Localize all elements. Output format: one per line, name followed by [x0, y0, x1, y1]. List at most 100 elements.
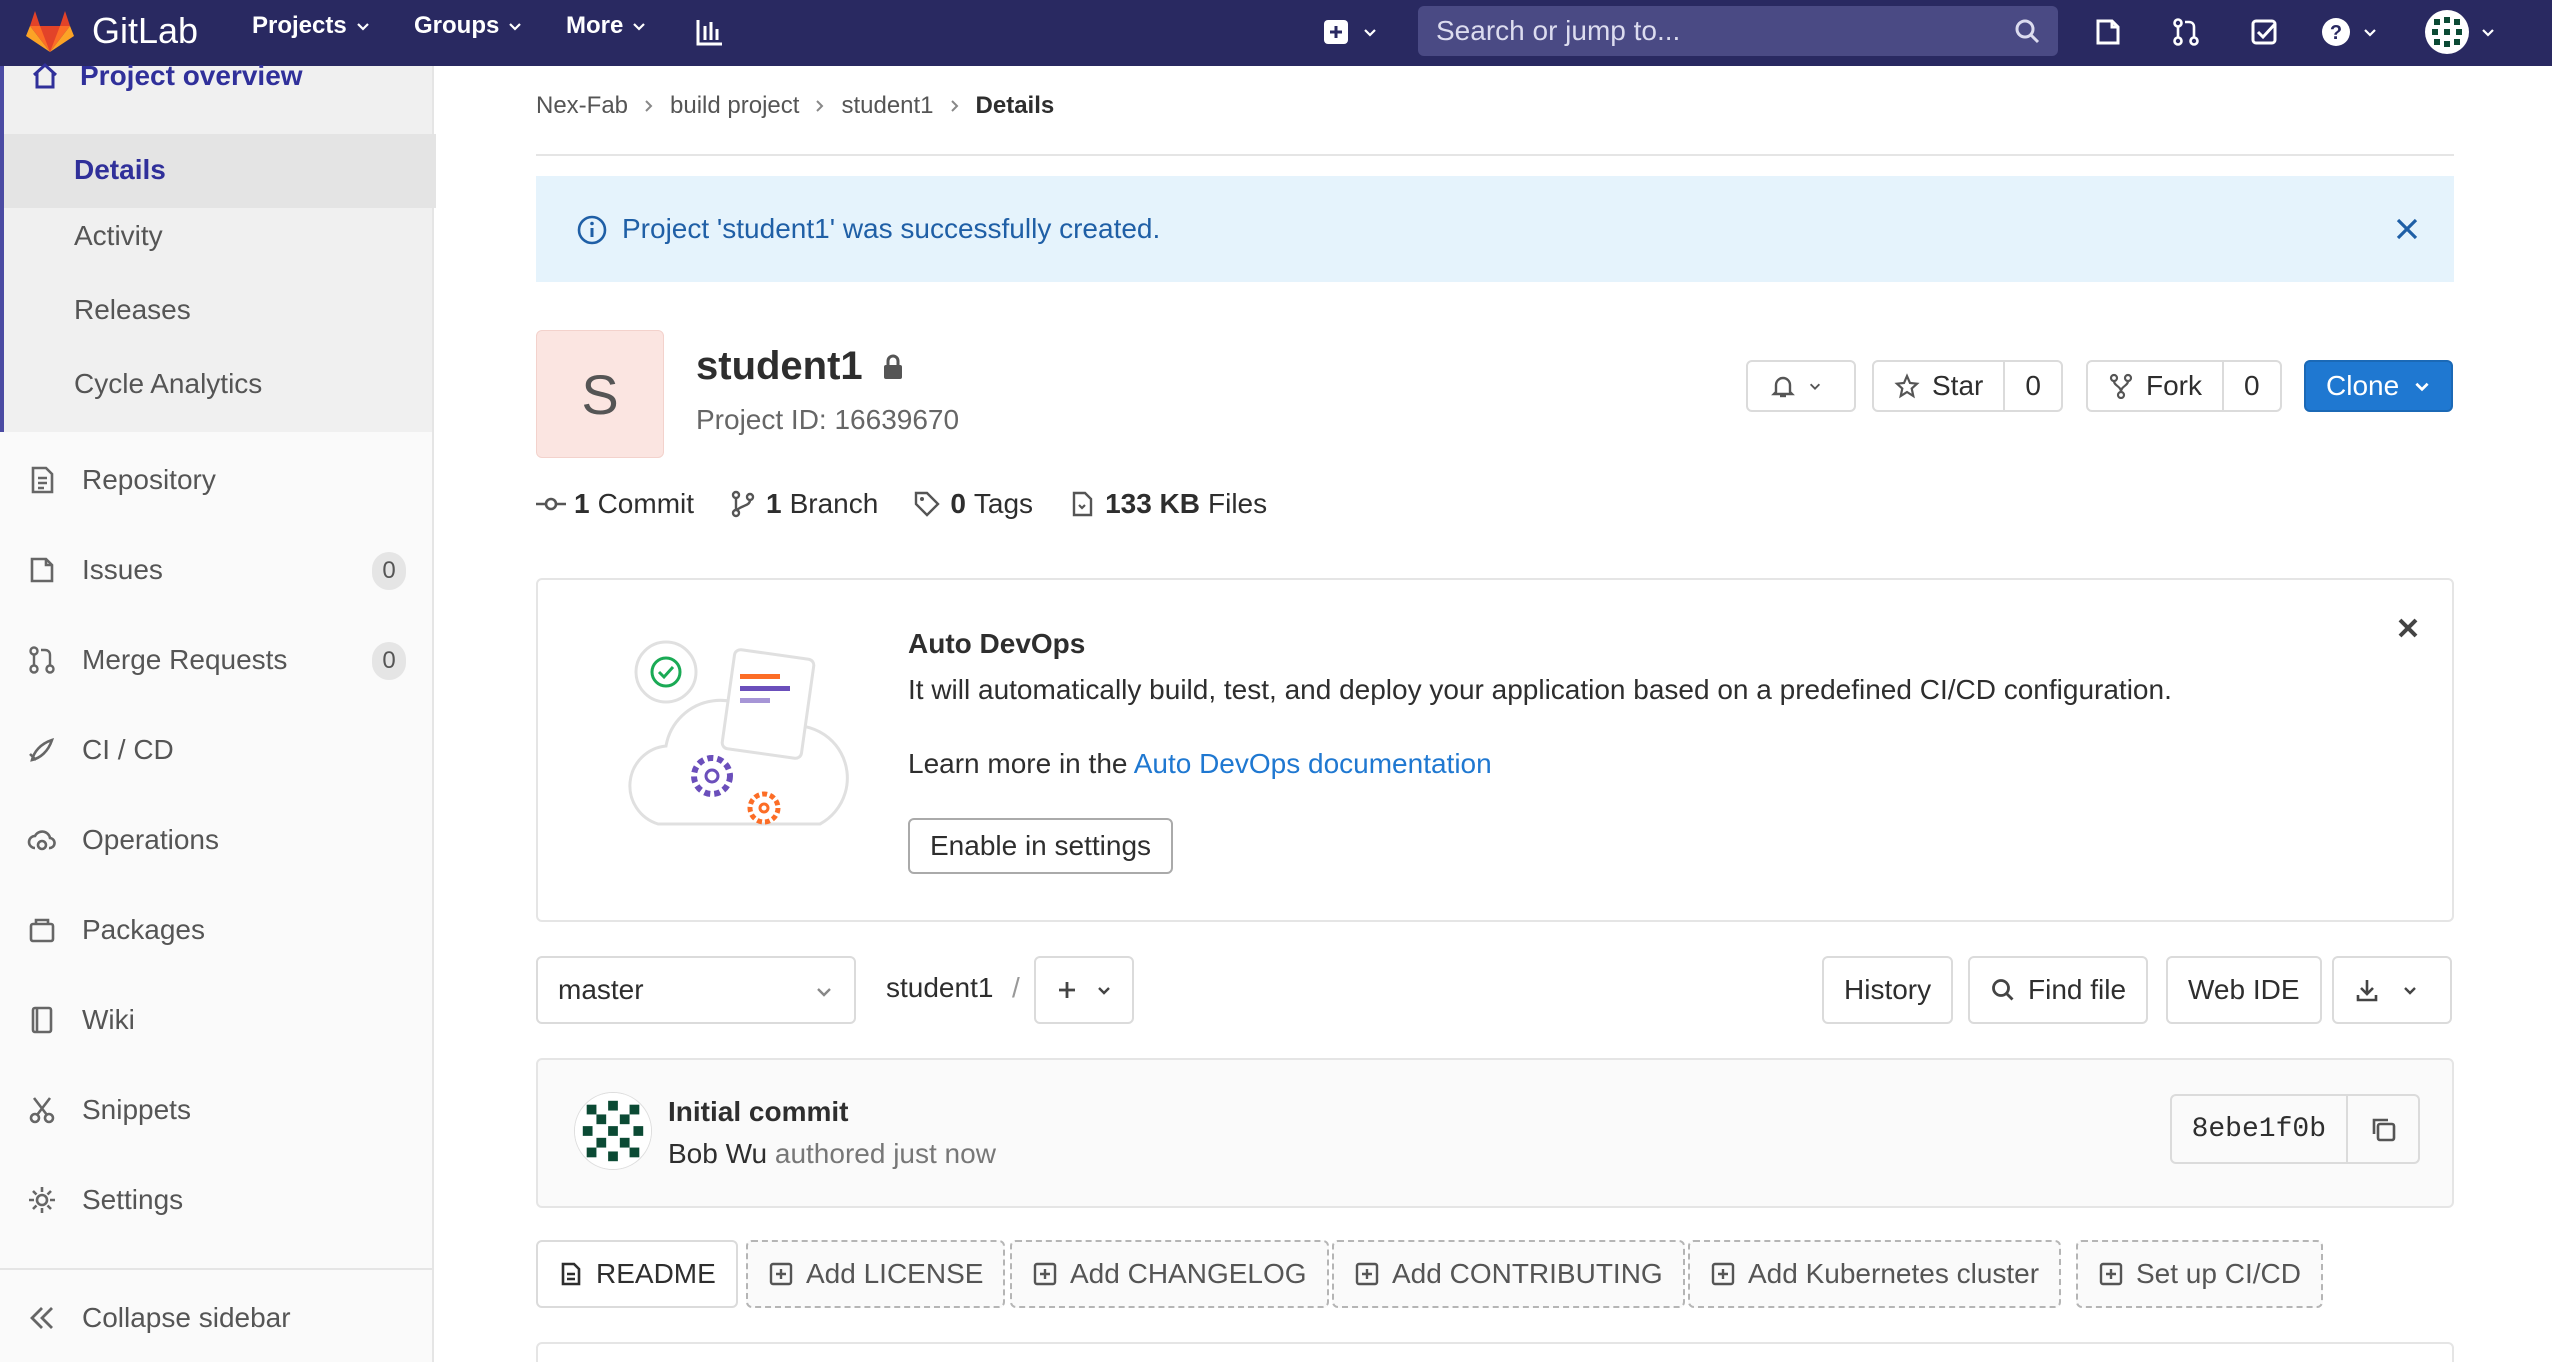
new-item-dropdown[interactable]: [1320, 12, 1378, 52]
add-license-link[interactable]: Add LICENSE: [746, 1240, 1006, 1308]
breadcrumb-item[interactable]: Nex-Fab: [536, 92, 628, 120]
todos-nav-button[interactable]: [2248, 12, 2280, 52]
sidebar-item-snippets[interactable]: Snippets: [26, 1090, 406, 1130]
sidebar-subitem-cycle-analytics[interactable]: Cycle Analytics: [74, 368, 262, 400]
chevron-down-icon: [1364, 29, 1376, 37]
close-icon[interactable]: [2394, 216, 2420, 242]
sidebar-item-settings[interactable]: Settings: [26, 1180, 406, 1220]
copy-sha-button[interactable]: [2346, 1096, 2418, 1162]
readme-link[interactable]: README: [536, 1240, 738, 1308]
add-changelog-link[interactable]: Add CHANGELOG: [1010, 1240, 1329, 1308]
sidebar-item-repository[interactable]: Repository: [26, 460, 406, 500]
commit-author[interactable]: Bob Wu: [668, 1138, 767, 1169]
set-up-ci-cd-link[interactable]: Set up CI/CD: [2076, 1240, 2323, 1308]
sidebar-subitem-details[interactable]: Details: [4, 134, 436, 208]
star-label: Star: [1932, 370, 1984, 401]
chevron-down-icon: [633, 23, 646, 31]
commit-title[interactable]: Initial commit: [668, 1096, 848, 1128]
nav-projects-menu[interactable]: Projects: [252, 12, 371, 40]
commit-sha-group: 8ebe1f0b: [2169, 1094, 2420, 1164]
issues-nav-button[interactable]: [2092, 12, 2124, 52]
brand-name[interactable]: GitLab: [92, 10, 198, 52]
add-changelog-label: Add CHANGELOG: [1070, 1258, 1307, 1289]
sidebar-item-label: Project overview: [80, 60, 303, 91]
issues-count-badge: 0: [372, 552, 406, 590]
tags-stat[interactable]: 0 Tags: [912, 488, 1033, 520]
breadcrumb-item[interactable]: build project: [670, 92, 799, 120]
fork-count[interactable]: 0: [2222, 362, 2280, 410]
repository-path[interactable]: student1: [886, 972, 993, 1004]
sidebar-item-label: Wiki: [82, 1004, 135, 1035]
rocket-icon: [29, 737, 55, 762]
svg-text:?: ?: [2330, 22, 2342, 44]
collapse-sidebar-label: Collapse sidebar: [82, 1302, 291, 1333]
search-input[interactable]: [1436, 15, 1996, 47]
sidebar-item-issues[interactable]: Issues 0: [26, 550, 406, 590]
analytics-button[interactable]: [694, 12, 726, 52]
add-to-tree-dropdown[interactable]: [1034, 956, 1134, 1024]
sidebar-subitem-activity[interactable]: Activity: [74, 220, 163, 252]
help-dropdown[interactable]: ?: [2320, 12, 2378, 52]
find-file-button[interactable]: Find file: [1968, 956, 2149, 1024]
bell-icon: [1771, 376, 1795, 398]
fork-button[interactable]: Fork: [2088, 362, 2222, 410]
history-button[interactable]: History: [1822, 956, 1954, 1024]
flash-notice: Project 'student1' was successfully crea…: [536, 176, 2454, 282]
sidebar-item-ci-cd[interactable]: CI / CD: [26, 730, 406, 770]
path-separator: /: [1012, 972, 1020, 1003]
add-kubernetes-cluster-link[interactable]: Add Kubernetes cluster: [1688, 1240, 2062, 1308]
double-chevron-left-icon: [30, 1307, 53, 1329]
issues-icon: [2096, 19, 2120, 45]
download-dropdown[interactable]: [2332, 956, 2452, 1024]
readme-label: README: [596, 1258, 716, 1289]
sidebar-item-wiki[interactable]: Wiki: [26, 1000, 406, 1040]
sidebar-item-operations[interactable]: Operations: [26, 820, 406, 860]
plus-square-icon: [1324, 20, 1348, 44]
nav-groups-label: Groups: [414, 12, 500, 39]
user-menu-dropdown[interactable]: [2424, 10, 2496, 54]
sidebar-item-packages[interactable]: Packages: [26, 910, 406, 950]
add-contributing-label: Add CONTRIBUTING: [1392, 1258, 1663, 1289]
commit-sha[interactable]: 8ebe1f0b: [2172, 1114, 2346, 1145]
commits-stat[interactable]: 1 Commit: [536, 488, 694, 520]
devops-docs-link[interactable]: Auto DevOps documentation: [1134, 748, 1492, 779]
commit-author-avatar[interactable]: [574, 1092, 652, 1170]
search-box[interactable]: [1418, 6, 2058, 56]
notification-dropdown[interactable]: [1746, 360, 1856, 412]
checkbox-icon: [2251, 19, 2277, 45]
branches-stat[interactable]: 1 Branch: [728, 488, 878, 520]
sidebar-item-project-overview[interactable]: Project overview: [30, 60, 303, 91]
sidebar-subitem-releases[interactable]: Releases: [74, 294, 191, 326]
sidebar-item-merge-requests[interactable]: Merge Requests 0: [26, 640, 406, 680]
gitlab-logo-icon[interactable]: [24, 6, 76, 58]
nav-groups-menu[interactable]: Groups: [414, 12, 523, 40]
download-icon: [2356, 980, 2378, 1002]
merge-requests-nav-button[interactable]: [2170, 12, 2202, 52]
tags-label: Tags: [973, 488, 1034, 519]
files-stat[interactable]: 133 KB Files: [1067, 488, 1267, 520]
enable-in-settings-button[interactable]: Enable in settings: [908, 818, 1174, 874]
star-count-value: 0: [2025, 370, 2041, 401]
breadcrumb-item[interactable]: student1: [841, 92, 933, 120]
merge-request-icon: [2173, 18, 2199, 46]
chevron-down-icon: [1098, 987, 1110, 995]
chevron-down-icon: [1809, 383, 1821, 390]
fork-label: Fork: [2146, 370, 2202, 401]
devops-illustration: [628, 640, 849, 826]
commit-author-line: Bob Wu authored just now: [668, 1138, 996, 1170]
search-icon: [1992, 979, 2014, 1001]
clone-dropdown-button[interactable]: Clone: [2304, 360, 2454, 412]
commit-meta: authored just now: [774, 1138, 996, 1169]
breadcrumb-current[interactable]: Details: [976, 92, 1055, 120]
collapse-sidebar-button[interactable]: Collapse sidebar: [26, 1298, 406, 1338]
star-count[interactable]: 0: [2003, 362, 2061, 410]
add-contributing-link[interactable]: Add CONTRIBUTING: [1332, 1240, 1685, 1308]
nav-more-menu[interactable]: More: [566, 12, 647, 40]
home-icon: [32, 62, 58, 89]
branch-selector[interactable]: master: [536, 956, 856, 1024]
web-ide-button[interactable]: Web IDE: [2166, 956, 2322, 1024]
close-icon[interactable]: [2396, 616, 2420, 640]
star-button[interactable]: Star: [1874, 362, 2003, 410]
branches-label: Branch: [789, 488, 879, 519]
auto-devops-banner: Auto DevOps It will automatically build,…: [536, 578, 2454, 922]
